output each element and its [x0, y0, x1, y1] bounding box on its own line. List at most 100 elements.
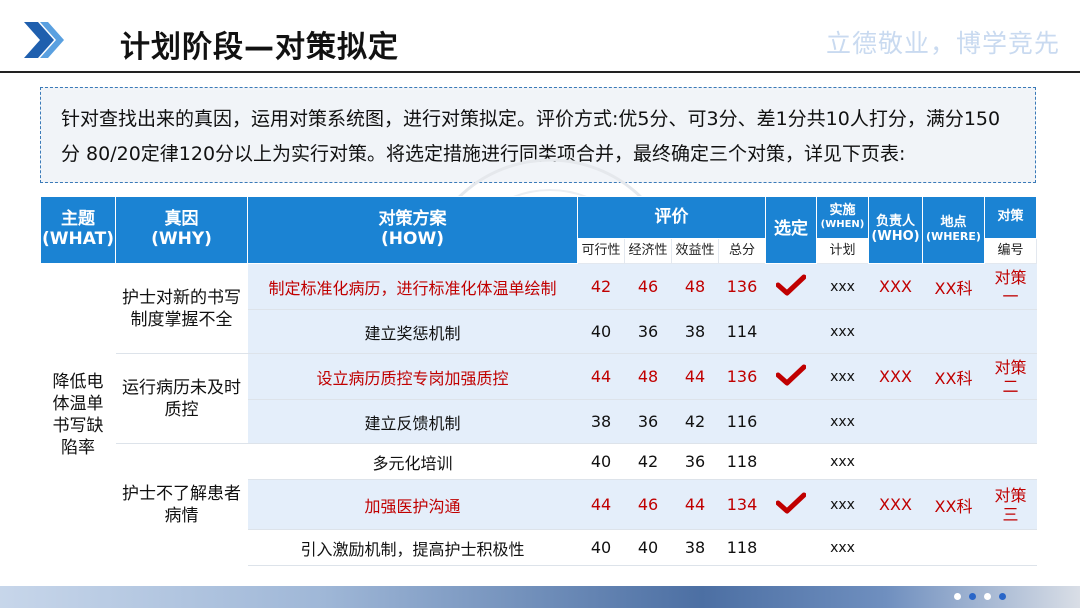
intro-box: 针对查找出来的真因，运用对策系统图，进行对策拟定。评价方式:优5分、可3分、差1…: [40, 87, 1036, 183]
when-cell: xxx: [816, 479, 869, 530]
footer-bar: [0, 586, 1080, 608]
where-cell: [922, 529, 985, 566]
header-no-sub: 编号: [984, 238, 1037, 264]
when-cell: xxx: [816, 443, 869, 480]
when-cell: xxx: [816, 529, 869, 566]
header-eval: 评价: [577, 196, 766, 239]
selected-cell: [765, 479, 817, 530]
checkmark-icon: [776, 274, 806, 295]
selected-cell: [765, 263, 817, 310]
header-who: 负责人 (WHO): [868, 196, 923, 264]
page-dot: [984, 593, 991, 600]
header-where: 地点 (WHERE): [922, 196, 985, 264]
where-cell: [922, 309, 985, 354]
checkmark-icon: [776, 364, 806, 385]
selected-cell: [765, 399, 817, 444]
how-cell: 多元化培训: [247, 443, 578, 480]
countermeasure-no: [984, 309, 1037, 354]
how-cell: 设立病历质控专岗加强质控: [247, 353, 578, 400]
score-feasibility: 40: [577, 309, 625, 354]
score-economy: 36: [624, 399, 672, 444]
score-total: 116: [718, 399, 766, 444]
header-how-label: 对策方案: [378, 209, 447, 230]
header-selected: 选定: [765, 196, 817, 264]
header-who-label: 负责人: [875, 214, 915, 230]
score-total: 136: [718, 353, 766, 400]
score-economy: 48: [624, 353, 672, 400]
who-cell: [868, 309, 923, 354]
score-benefit: 38: [671, 309, 719, 354]
score-feasibility: 38: [577, 399, 625, 444]
who-cell: XXX: [868, 479, 923, 530]
header-when-plan: 计划: [816, 238, 869, 264]
intro-text: 针对查找出来的真因，运用对策系统图，进行对策拟定。评价方式:优5分、可3分、差1…: [61, 108, 1001, 165]
page-dot: [999, 593, 1006, 600]
score-total: 118: [718, 443, 766, 480]
score-economy: 46: [624, 479, 672, 530]
header-what: 主题 (WHAT): [40, 196, 116, 264]
page-dot: [954, 593, 961, 600]
score-feasibility: 42: [577, 263, 625, 310]
header-eval-feasibility: 可行性: [577, 238, 625, 264]
cause-cell: 护士不了解患者病情: [122, 483, 241, 526]
header-when: 实施 (WHEN): [816, 196, 869, 239]
how-cell: 制定标准化病历，进行标准化体温单绘制: [247, 263, 578, 310]
where-cell: XX科: [922, 479, 985, 530]
score-economy: 40: [624, 529, 672, 566]
when-cell: xxx: [816, 263, 869, 310]
header-why-label: 真因: [164, 209, 199, 230]
countermeasure-table: 主题 (WHAT) 真因 (WHY) 对策方案 (HOW) 评价 选定 实施 (…: [40, 196, 1037, 566]
score-benefit: 48: [671, 263, 719, 310]
page-dot: [969, 593, 976, 600]
countermeasure-no: 对策三: [984, 479, 1037, 530]
header-where-en: (WHERE): [926, 230, 981, 244]
table-row: 降低电体温单书写缺陷率 护士对新的书写制度掌握不全 制定标准化病历，进行标准化体…: [41, 263, 1037, 458]
header-how-en: (HOW): [381, 229, 444, 249]
score-economy: 36: [624, 309, 672, 354]
header-how: 对策方案 (HOW): [247, 196, 578, 264]
who-cell: [868, 399, 923, 444]
header-eval-total: 总分: [718, 238, 766, 264]
score-benefit: 36: [671, 443, 719, 480]
score-feasibility: 44: [577, 479, 625, 530]
slogan: 立德敬业，博学竞先: [825, 29, 1060, 58]
score-total: 136: [718, 263, 766, 310]
score-economy: 46: [624, 263, 672, 310]
topic-cell: 降低电体温单书写缺陷率: [52, 371, 104, 458]
how-cell: 建立奖惩机制: [247, 309, 578, 354]
selected-cell: [765, 353, 817, 400]
countermeasure-no: [984, 529, 1037, 566]
score-benefit: 44: [671, 353, 719, 400]
countermeasure-no: 对策二: [984, 353, 1037, 400]
page-title: 计划阶段—对策拟定: [120, 30, 399, 65]
when-cell: xxx: [816, 309, 869, 354]
where-cell: XX科: [922, 353, 985, 400]
header-what-label: 主题: [61, 209, 95, 230]
where-cell: [922, 399, 985, 444]
header-when-label: 实施: [829, 203, 856, 219]
header-why-en: (WHY): [151, 229, 212, 249]
score-benefit: 38: [671, 529, 719, 566]
table-row: 运行病历未及时质控 设立病历质控专岗加强质控 44 48 44 136 xxx …: [41, 353, 1037, 444]
cause-cell: 运行病历未及时质控: [115, 353, 248, 444]
score-economy: 42: [624, 443, 672, 480]
when-cell: xxx: [816, 399, 869, 444]
header-when-en: (WHEN): [820, 219, 865, 231]
score-feasibility: 44: [577, 353, 625, 400]
countermeasure-no: [984, 443, 1037, 480]
score-feasibility: 40: [577, 443, 625, 480]
score-total: 134: [718, 479, 766, 530]
header-who-en: (WHO): [871, 229, 920, 244]
header-eval-economy: 经济性: [624, 238, 672, 264]
who-cell: [868, 443, 923, 480]
table-row: 护士不了解患者病情 多元化培训 40 42 36 118 xxx: [41, 443, 1037, 526]
who-cell: XXX: [868, 353, 923, 400]
selected-cell: [765, 309, 817, 354]
who-cell: [868, 529, 923, 566]
cause-cell: 护士对新的书写制度掌握不全: [115, 263, 248, 354]
where-cell: XX科: [922, 263, 985, 310]
header-no: 对策: [984, 196, 1037, 239]
how-cell: 建立反馈机制: [247, 399, 578, 444]
score-total: 118: [718, 529, 766, 566]
page-dots: [954, 593, 1006, 600]
